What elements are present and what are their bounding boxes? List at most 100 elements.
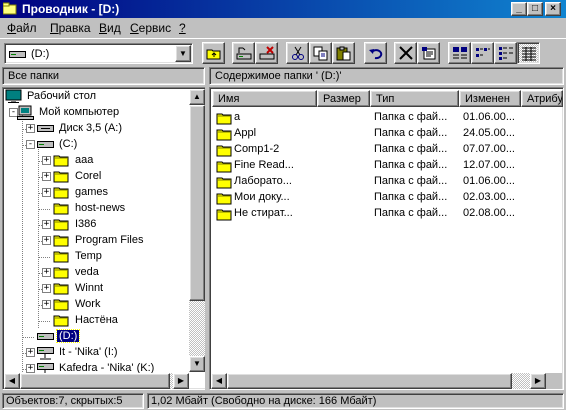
- column-header-size[interactable]: Размер: [317, 90, 370, 107]
- tree-node-label[interactable]: It - 'Nika' (I:): [57, 346, 120, 358]
- map-drive-button[interactable]: [232, 42, 255, 64]
- list-scroll-right-button[interactable]: ▶: [530, 373, 546, 389]
- tree-node-label[interactable]: veda: [73, 266, 101, 278]
- tree-node[interactable]: + Winnt: [3, 281, 190, 297]
- cell-type: Папка с фай...: [374, 143, 448, 155]
- tree-node-label[interactable]: (C:): [57, 138, 79, 150]
- title-bar[interactable]: Проводник - [D:) _ □ ×: [0, 0, 566, 18]
- tree-node-label[interactable]: Corel: [73, 170, 103, 182]
- tree-node-label[interactable]: aaa: [73, 154, 95, 166]
- tree-node-label[interactable]: Мой компьютер: [37, 106, 121, 118]
- tree-node-label[interactable]: host-news: [73, 202, 127, 214]
- table-row[interactable]: Fine Read... Папка с фай... 12.07.00...: [212, 158, 561, 174]
- collapse-icon[interactable]: -: [26, 140, 35, 149]
- expand-icon[interactable]: +: [26, 348, 35, 357]
- tree-node-label[interactable]: games: [73, 186, 110, 198]
- close-button[interactable]: ×: [545, 2, 561, 16]
- tree-node-label[interactable]: Winnt: [73, 282, 105, 294]
- expand-icon[interactable]: +: [42, 172, 51, 181]
- minimize-button[interactable]: _: [511, 2, 527, 16]
- tree-node[interactable]: + Work: [3, 297, 190, 313]
- folder-tree[interactable]: Рабочий стол - Мой компьютер + Диск 3,5 (A:)…: [2, 87, 209, 390]
- tree-node-label[interactable]: (D:): [55, 329, 81, 343]
- table-row[interactable]: Мои доку... Папка с фай... 02.03.00...: [212, 190, 561, 206]
- cut-button[interactable]: [286, 42, 309, 64]
- expand-icon[interactable]: +: [42, 268, 51, 277]
- expand-icon[interactable]: +: [42, 156, 51, 165]
- tree-node[interactable]: (D:): [3, 329, 190, 345]
- delete-button[interactable]: [394, 42, 417, 64]
- tree-node[interactable]: + It - 'Nika' (I:): [3, 345, 190, 361]
- disconnect-drive-button[interactable]: [255, 42, 278, 64]
- tree-scroll-up-button[interactable]: ▲: [189, 89, 205, 105]
- small-icons-view-button[interactable]: [471, 42, 494, 64]
- tree-node[interactable]: - (C:): [3, 137, 190, 153]
- properties-button[interactable]: [417, 42, 440, 64]
- tree-node-label[interactable]: Work: [73, 298, 102, 310]
- menu-item-3[interactable]: Сервис: [130, 21, 171, 35]
- tree-node[interactable]: Temp: [3, 249, 190, 265]
- expand-icon[interactable]: +: [42, 284, 51, 293]
- menu-item-1[interactable]: Правка: [50, 21, 91, 35]
- table-row[interactable]: Appl Папка с фай... 24.05.00...: [212, 126, 561, 142]
- tree-node[interactable]: + aaa: [3, 153, 190, 169]
- address-combo[interactable]: (D:) ▼: [4, 43, 193, 64]
- tree-node[interactable]: - Мой компьютер: [3, 105, 190, 121]
- tree-scroll-right-button[interactable]: ▶: [173, 373, 189, 389]
- table-row[interactable]: Не стират... Папка с фай... 02.08.00...: [212, 206, 561, 222]
- copy-button[interactable]: [309, 42, 332, 64]
- column-header-type[interactable]: Тип: [370, 90, 459, 107]
- expand-icon[interactable]: +: [26, 364, 35, 373]
- maximize-button[interactable]: □: [527, 2, 543, 16]
- expand-icon[interactable]: +: [42, 300, 51, 309]
- column-header-modified[interactable]: Изменен: [459, 90, 521, 107]
- up-folder-button[interactable]: [202, 42, 225, 64]
- tree-node[interactable]: Рабочий стол: [3, 89, 190, 105]
- tree-node[interactable]: Настёна: [3, 313, 190, 329]
- expand-icon[interactable]: +: [42, 188, 51, 197]
- tree-node-label[interactable]: Рабочий стол: [25, 90, 98, 102]
- tree-node[interactable]: + games: [3, 185, 190, 201]
- tree-hscroll-thumb[interactable]: [20, 373, 170, 389]
- tree-node[interactable]: + I386: [3, 217, 190, 233]
- details-view-button[interactable]: [517, 42, 540, 64]
- tree-node-label[interactable]: Program Files: [73, 234, 145, 246]
- column-header-name[interactable]: Имя: [212, 90, 317, 107]
- table-row[interactable]: Comp1-2 Папка с фай... 07.07.00...: [212, 142, 561, 158]
- column-header-attributes[interactable]: Атрибуты: [521, 90, 563, 107]
- list-hscroll-thumb[interactable]: [227, 373, 512, 389]
- address-dropdown-button[interactable]: ▼: [175, 45, 191, 62]
- tree-scroll-thumb[interactable]: [189, 105, 205, 301]
- table-row[interactable]: Лаборато... Папка с фай... 01.06.00...: [212, 174, 561, 190]
- tree-node-label[interactable]: Настёна: [73, 314, 120, 326]
- tree-node[interactable]: host-news: [3, 201, 190, 217]
- tree-node-label[interactable]: I386: [73, 218, 98, 230]
- tree-node-label[interactable]: Диск 3,5 (A:): [57, 122, 124, 134]
- menu-item-0[interactable]: Файл: [7, 21, 37, 35]
- tree-node[interactable]: + Program Files: [3, 233, 190, 249]
- tree-node[interactable]: + veda: [3, 265, 190, 281]
- tree-scroll-left-button[interactable]: ◀: [4, 373, 20, 389]
- expand-icon[interactable]: +: [42, 236, 51, 245]
- tree-scroll-down-button[interactable]: ▼: [189, 356, 205, 372]
- list-view-button[interactable]: [494, 42, 517, 64]
- folder-contents-header: Содержимое папки ' (D:)': [209, 67, 564, 85]
- menu-item-4[interactable]: ?: [179, 21, 186, 35]
- tree-node-label[interactable]: Temp: [73, 250, 104, 262]
- list-scroll-left-button[interactable]: ◀: [211, 373, 227, 389]
- explorer-app-icon[interactable]: [3, 2, 17, 15]
- expand-icon[interactable]: +: [42, 220, 51, 229]
- large-icons-view-button[interactable]: [448, 42, 471, 64]
- tree-vertical-scrollbar[interactable]: ▲ ▼: [189, 89, 205, 372]
- menu-item-2[interactable]: Вид: [99, 21, 121, 35]
- tree-node[interactable]: + Corel: [3, 169, 190, 185]
- expand-icon[interactable]: +: [26, 124, 35, 133]
- undo-button[interactable]: [364, 42, 387, 64]
- file-list[interactable]: Имя Размер Тип Изменен Атрибуты a Папка с…: [209, 87, 564, 390]
- table-row[interactable]: a Папка с фай... 01.06.00...: [212, 110, 561, 126]
- tree-horizontal-scrollbar[interactable]: ◀ ▶: [4, 373, 189, 389]
- tree-node[interactable]: + Диск 3,5 (A:): [3, 121, 190, 137]
- paste-button[interactable]: [332, 42, 355, 64]
- cell-name: Appl: [234, 127, 257, 139]
- list-horizontal-scrollbar[interactable]: ◀ ▶: [211, 373, 546, 389]
